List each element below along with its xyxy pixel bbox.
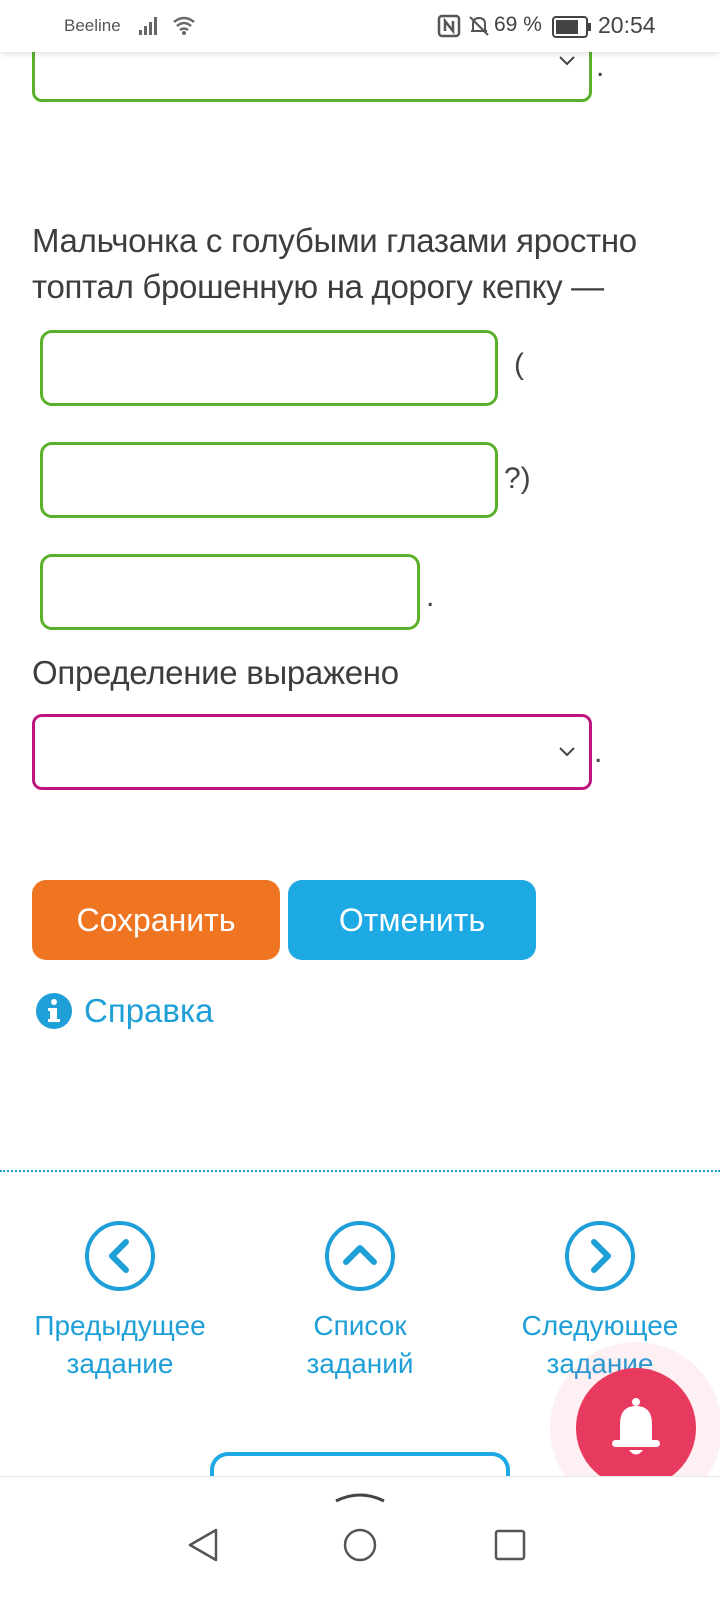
prev-task-label-1: Предыдущее: [34, 1310, 206, 1341]
back-icon[interactable]: [186, 1527, 220, 1563]
chevron-down-icon: [559, 56, 575, 66]
battery-percent: 69 %: [494, 13, 542, 36]
answer-input-1[interactable]: [40, 330, 498, 406]
handle-icon[interactable]: [332, 1489, 388, 1505]
punctuation: .: [596, 50, 605, 83]
prev-task-button[interactable]: Предыдущее задание: [10, 1220, 230, 1383]
recents-icon[interactable]: [494, 1529, 526, 1561]
next-task-label-2: задание: [546, 1348, 654, 1379]
definition-select[interactable]: [32, 714, 592, 790]
next-task-label-1: Следующее: [521, 1310, 679, 1341]
task-list-button[interactable]: Список заданий: [250, 1220, 470, 1383]
info-icon: [36, 993, 72, 1029]
carrier-name: Beeline: [64, 16, 121, 35]
status-bar: Beeline 69 % 20:54: [0, 0, 720, 52]
system-nav-bar: [0, 1476, 720, 1601]
task-list-label-2: заданий: [306, 1348, 414, 1379]
signal-icon: [139, 17, 157, 35]
punctuation: .: [426, 580, 435, 613]
divider: [0, 1170, 720, 1172]
clock: 20:54: [598, 12, 656, 38]
home-icon[interactable]: [342, 1527, 378, 1563]
punctuation: ?): [504, 462, 531, 495]
bell-off-icon: [469, 16, 489, 36]
chevron-up-icon: [325, 1221, 395, 1291]
punctuation: (: [514, 348, 524, 381]
chevron-left-icon: [85, 1221, 155, 1291]
prev-task-label-2: задание: [66, 1348, 174, 1379]
chevron-down-icon: [559, 747, 575, 757]
punctuation: .: [594, 736, 603, 769]
notification-bell-button[interactable]: [576, 1368, 696, 1488]
next-task-button[interactable]: Следующее задание: [490, 1220, 710, 1383]
answer-input-2[interactable]: [40, 442, 498, 518]
task-list-label-1: Список: [313, 1310, 407, 1341]
chevron-right-icon: [565, 1221, 635, 1291]
nfc-icon: [437, 14, 461, 38]
help-link[interactable]: Справка: [36, 992, 213, 1030]
cancel-button[interactable]: Отменить: [288, 880, 536, 960]
definition-label: Определение выражено: [32, 654, 399, 691]
wifi-icon: [173, 16, 195, 35]
answer-input-3[interactable]: [40, 554, 420, 630]
question-sentence: Мальчонка с голубыми глазами яростно топ…: [32, 222, 637, 305]
battery-icon: [552, 16, 591, 38]
bell-icon: [612, 1398, 660, 1455]
help-label: Справка: [84, 992, 214, 1029]
save-button[interactable]: Сохранить: [32, 880, 280, 960]
